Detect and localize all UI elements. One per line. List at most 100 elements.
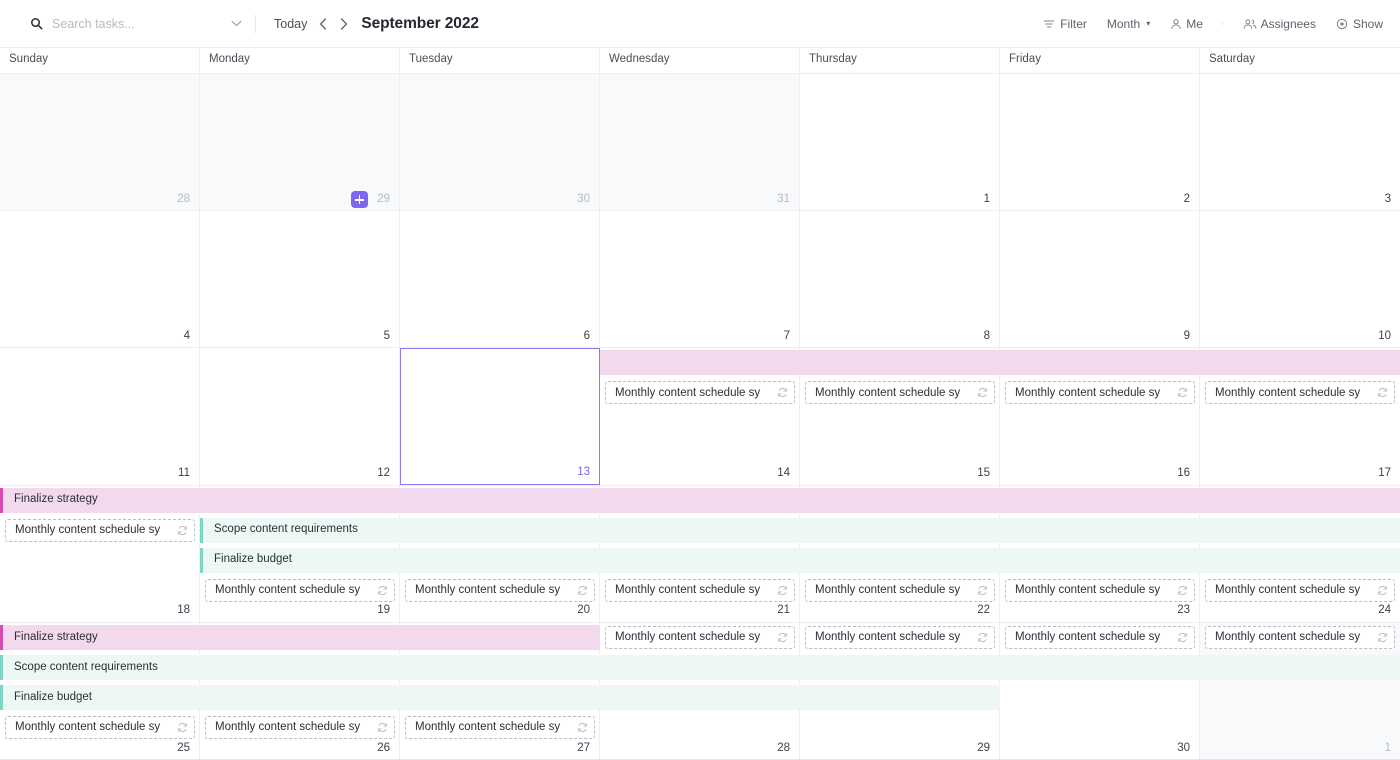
weekday-header-thursday: Thursday — [800, 48, 1000, 73]
recurring-task-chip[interactable]: Monthly content schedule sy — [805, 626, 995, 649]
recurring-task-chip[interactable]: Monthly content schedule sy — [805, 579, 995, 602]
recurring-task-chip[interactable]: Monthly content schedule sy — [405, 716, 595, 739]
day-cell-5[interactable]: 5 — [200, 211, 400, 347]
me-label: Me — [1186, 17, 1203, 31]
day-cell-28[interactable]: 28 — [0, 74, 200, 210]
day-cell-3[interactable]: 3 — [1200, 74, 1400, 210]
view-mode-selector[interactable]: Month ▾ — [1104, 13, 1153, 35]
chip-label: Monthly content schedule sy — [615, 387, 772, 399]
recurring-icon — [377, 585, 388, 596]
event-lane: Scope content requirements Monthly conten… — [0, 516, 1400, 546]
day-number: 20 — [577, 605, 590, 617]
today-button[interactable]: Today — [269, 14, 312, 34]
day-number: 12 — [377, 468, 390, 480]
weekday-header-row: SundayMondayTuesdayWednesdayThursdayFrid… — [0, 48, 1400, 74]
recurring-icon — [777, 585, 788, 596]
recurring-task-chip[interactable]: Monthly content schedule sy — [1005, 626, 1195, 649]
task-bar[interactable]: Finalize strategy — [0, 488, 1400, 513]
day-number: 2 — [1184, 194, 1190, 206]
event-lane: Scope content requirements — [0, 653, 1400, 683]
day-cell-12[interactable]: 12 — [200, 348, 400, 484]
recurring-icon — [777, 387, 788, 398]
day-number: 14 — [777, 468, 790, 480]
toolbar-left: Today September 2022 — [30, 13, 479, 34]
day-number: 21 — [777, 605, 790, 617]
day-number: 4 — [184, 331, 190, 343]
task-bar[interactable]: Finalize budget — [200, 548, 1400, 573]
weekday-header-sunday: Sunday — [0, 48, 200, 73]
search-input[interactable] — [52, 17, 212, 31]
chip-label: Monthly content schedule sy — [415, 584, 572, 596]
calendar-week-row: 4 5 678910 — [0, 211, 1400, 348]
add-task-button[interactable] — [351, 191, 368, 208]
recurring-icon — [577, 722, 588, 733]
day-cell-4[interactable]: 4 — [0, 211, 200, 347]
weekday-header-tuesday: Tuesday — [400, 48, 600, 73]
recurring-icon — [1377, 632, 1388, 643]
recurring-task-chip[interactable]: Monthly content schedule sy — [605, 626, 795, 649]
day-cell-29[interactable]: 29 — [200, 74, 400, 210]
recurring-task-chip[interactable]: Monthly content schedule sy — [1005, 381, 1195, 404]
next-month-button[interactable] — [333, 13, 354, 34]
calendar-weeks: 282930311234567891011121314151617Finaliz… — [0, 74, 1400, 760]
recurring-task-chip[interactable]: Monthly content schedule sy — [5, 716, 195, 739]
chip-label: Monthly content schedule sy — [15, 524, 172, 536]
calendar-week-row: 2526272829301Finalize strategyMonthly co… — [0, 623, 1400, 760]
recurring-task-chip[interactable]: Monthly content schedule sy — [1205, 579, 1395, 602]
day-cell-30[interactable]: 30 — [400, 74, 600, 210]
event-lane: Finalize budget — [0, 546, 1400, 576]
day-cell-9[interactable]: 9 — [1000, 211, 1200, 347]
filter-icon — [1043, 18, 1055, 30]
day-number: 30 — [1177, 743, 1190, 755]
chip-label: Monthly content schedule sy — [1015, 387, 1172, 399]
me-filter-button[interactable]: Me — [1167, 13, 1206, 35]
task-bar[interactable]: Finalize strategy — [0, 625, 600, 650]
toolbar-separator-dot: · — [1220, 18, 1226, 30]
recurring-task-chip[interactable]: Monthly content schedule sy — [1205, 626, 1395, 649]
day-number: 5 — [384, 331, 390, 343]
recurring-icon — [577, 585, 588, 596]
day-number: 3 — [1385, 194, 1391, 206]
calendar-week-row: 11121314151617Finalize strategyMonthly c… — [0, 348, 1400, 485]
day-cell-11[interactable]: 11 — [0, 348, 200, 484]
day-cell-1[interactable]: 1 — [800, 74, 1000, 210]
recurring-icon — [1177, 387, 1188, 398]
day-cell-13[interactable]: 13 — [400, 348, 600, 484]
search-dropdown-chevron-down-icon[interactable] — [226, 14, 246, 34]
previous-month-button[interactable] — [312, 13, 333, 34]
day-cell-6[interactable]: 6 — [400, 211, 600, 347]
day-cells: 282930311 2 3 — [0, 74, 1400, 210]
event-lane: Finalize strategy — [0, 486, 1400, 516]
recurring-task-chip[interactable]: Monthly content schedule sy — [205, 716, 395, 739]
day-number: 16 — [1177, 468, 1190, 480]
search-box[interactable] — [30, 17, 226, 31]
day-cell-8[interactable]: 8 — [800, 211, 1000, 347]
recurring-task-chip[interactable]: Monthly content schedule sy — [1205, 381, 1395, 404]
recurring-task-chip[interactable]: Monthly content schedule sy — [605, 381, 795, 404]
recurring-task-chip[interactable]: Monthly content schedule sy — [1005, 579, 1195, 602]
day-cell-31[interactable]: 31 — [600, 74, 800, 210]
recurring-task-chip[interactable]: Monthly content schedule sy — [5, 519, 195, 542]
task-bar[interactable]: Scope content requirements — [200, 518, 1400, 543]
recurring-task-chip[interactable]: Monthly content schedule sy — [805, 381, 995, 404]
day-number: 25 — [177, 743, 190, 755]
chip-label: Monthly content schedule sy — [615, 631, 772, 643]
day-number: 19 — [377, 605, 390, 617]
weekday-header-friday: Friday — [1000, 48, 1200, 73]
recurring-icon — [1377, 387, 1388, 398]
filter-button[interactable]: Filter — [1040, 13, 1090, 35]
day-number: 6 — [584, 331, 590, 343]
show-button[interactable]: Show — [1333, 13, 1386, 35]
day-cell-2[interactable]: 2 — [1000, 74, 1200, 210]
recurring-task-chip[interactable]: Monthly content schedule sy — [605, 579, 795, 602]
task-bar[interactable]: Scope content requirements — [0, 655, 1400, 680]
day-cell-7[interactable]: 7 — [600, 211, 800, 347]
day-number: 11 — [178, 468, 190, 480]
recurring-task-chip[interactable]: Monthly content schedule sy — [405, 579, 595, 602]
day-cell-10[interactable]: 10 — [1200, 211, 1400, 347]
recurring-task-chip[interactable]: Monthly content schedule sy — [205, 579, 395, 602]
assignees-filter-button[interactable]: Assignees — [1240, 13, 1319, 35]
task-bar[interactable]: Finalize budget — [0, 685, 1000, 710]
toolbar-right: Filter Month ▾ Me · — [1040, 13, 1386, 35]
day-number: 23 — [1177, 605, 1190, 617]
